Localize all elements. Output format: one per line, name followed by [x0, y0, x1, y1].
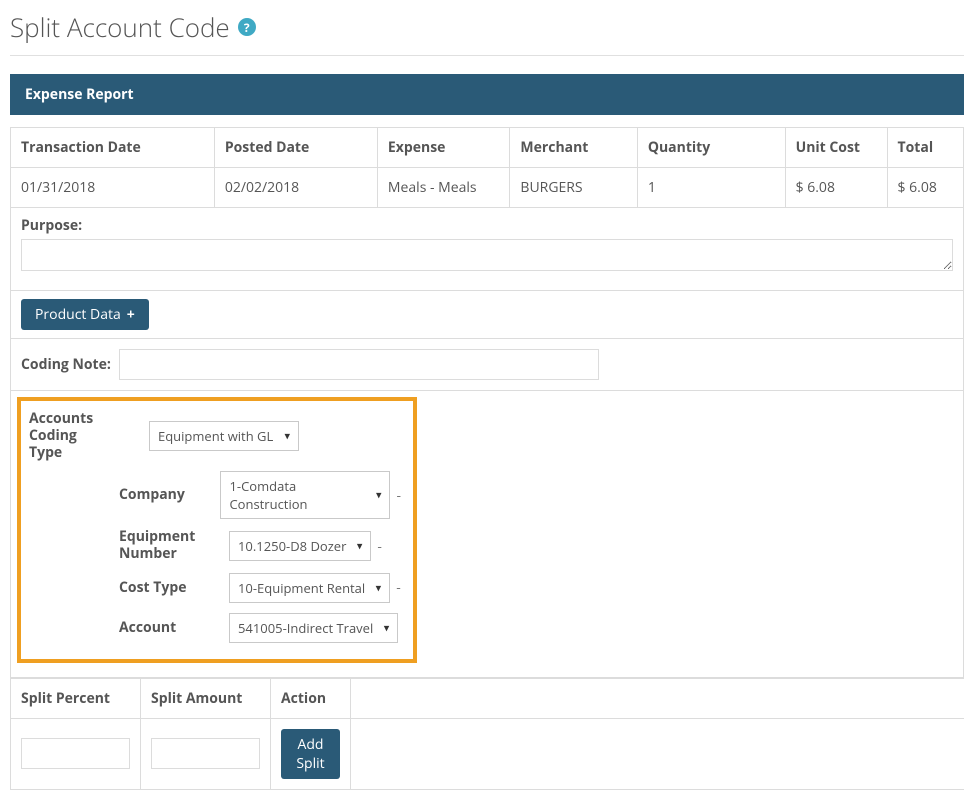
cell-merchant: BURGERS — [510, 168, 637, 208]
col-expense: Expense — [377, 128, 510, 168]
equipment-number-select[interactable]: 10.1250-D8 Dozer — [229, 531, 371, 561]
cost-type-select[interactable]: 10-Equipment Rental — [229, 573, 390, 603]
company-select[interactable]: 1-Comdata Construction — [220, 471, 390, 519]
equipment-number-label: Equipment Number — [119, 529, 229, 563]
coding-note-label: Coding Note: — [21, 355, 111, 374]
company-label: Company — [119, 487, 220, 504]
add-split-label: Add Split — [295, 735, 326, 773]
dash-sep: - — [396, 486, 401, 505]
cell-unit-cost: $ 6.08 — [785, 168, 887, 208]
add-split-button[interactable]: Add Split — [281, 729, 340, 779]
col-total: Total — [887, 128, 963, 168]
split-percent-input[interactable] — [21, 738, 130, 769]
cell-expense: Meals - Meals — [377, 168, 510, 208]
cell-transaction-date: 01/31/2018 — [11, 168, 215, 208]
expense-table: Transaction Date Posted Date Expense Mer… — [10, 127, 964, 208]
accounts-coding-type-select[interactable]: Equipment with GL — [149, 421, 299, 451]
col-unit-cost: Unit Cost — [785, 128, 887, 168]
split-spacer — [351, 678, 965, 718]
panel-heading: Expense Report — [10, 74, 964, 115]
cell-quantity: 1 — [637, 168, 785, 208]
purpose-section: Purpose: — [10, 208, 964, 291]
coding-highlight-box: Accounts Coding Type Equipment with GL C… — [17, 397, 417, 663]
table-row: 01/31/2018 02/02/2018 Meals - Meals BURG… — [11, 168, 964, 208]
account-select[interactable]: 541005-Indirect Travel — [229, 613, 398, 643]
split-amount-input[interactable] — [151, 738, 260, 769]
split-input-row: Add Split — [11, 718, 965, 789]
coding-section: Accounts Coding Type Equipment with GL C… — [10, 391, 964, 678]
cell-posted-date: 02/02/2018 — [214, 168, 377, 208]
plus-icon: + — [127, 305, 135, 324]
coding-note-section: Coding Note: — [10, 339, 964, 391]
cost-type-label: Cost Type — [119, 580, 229, 597]
split-percent-header: Split Percent — [11, 678, 141, 718]
col-quantity: Quantity — [637, 128, 785, 168]
split-amount-header: Split Amount — [141, 678, 271, 718]
dash-sep: - — [377, 537, 382, 556]
product-data-section: Product Data + — [10, 291, 964, 339]
product-data-button[interactable]: Product Data + — [21, 299, 149, 330]
table-header-row: Transaction Date Posted Date Expense Mer… — [11, 128, 964, 168]
coding-note-input[interactable] — [119, 349, 599, 380]
col-merchant: Merchant — [510, 128, 637, 168]
product-data-label: Product Data — [35, 305, 121, 324]
split-table: Split Percent Split Amount Action Add Sp… — [10, 678, 964, 790]
help-icon[interactable]: ? — [238, 18, 256, 36]
col-posted-date: Posted Date — [214, 128, 377, 168]
page-title: Split Account Code — [10, 9, 230, 45]
purpose-input[interactable] — [21, 239, 953, 271]
split-header-row: Split Percent Split Amount Action — [11, 678, 965, 718]
split-action-header: Action — [271, 678, 351, 718]
account-label: Account — [119, 620, 229, 637]
cell-total: $ 6.08 — [887, 168, 963, 208]
dash-sep: - — [396, 578, 401, 597]
purpose-label: Purpose: — [21, 216, 953, 235]
accounts-coding-type-label: Accounts Coding Type — [29, 411, 109, 461]
col-transaction-date: Transaction Date — [11, 128, 215, 168]
split-spacer-cell — [351, 718, 965, 789]
